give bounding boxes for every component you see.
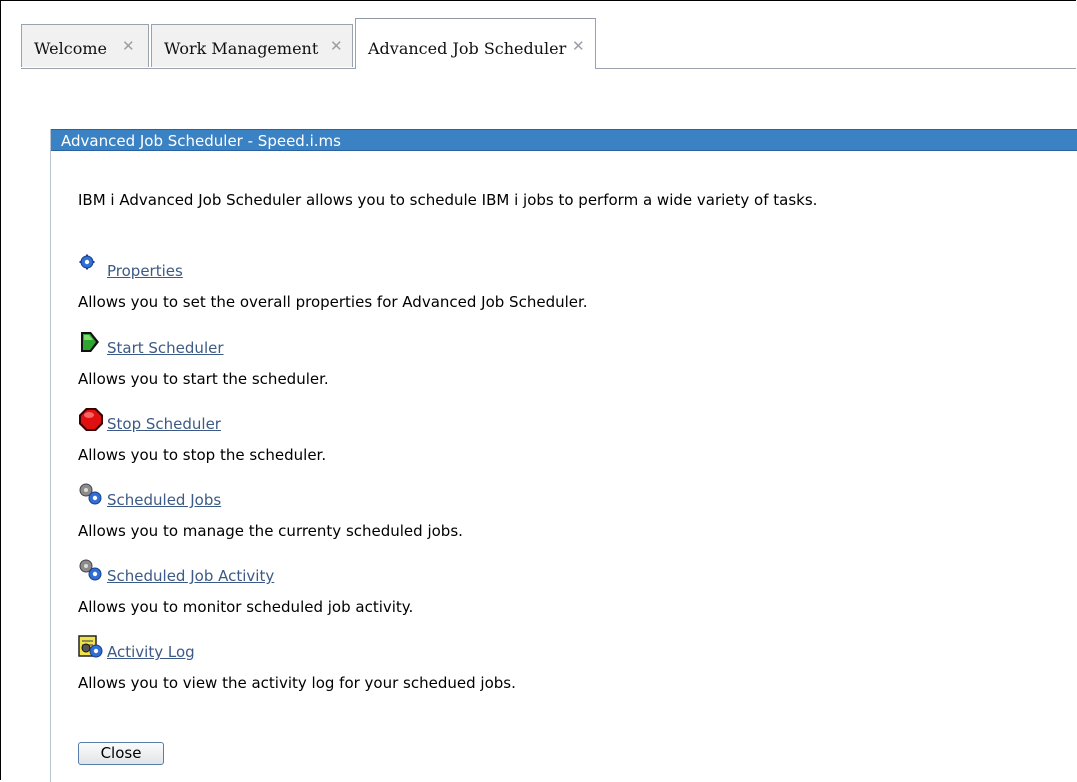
scheduled-job-activity-description: Allows you to monitor scheduled job acti… (78, 598, 414, 616)
tab-label: Welcome (34, 39, 107, 58)
window-frame: Welcome ✕ Work Management ✕ Advanced Job… (0, 0, 1077, 782)
tab-work-management[interactable]: Work Management ✕ (151, 24, 353, 67)
gear-icon (79, 254, 95, 270)
tab-bar: Welcome ✕ Work Management ✕ Advanced Job… (21, 18, 1076, 69)
scheduled-job-activity-link[interactable]: Scheduled Job Activity (107, 567, 274, 585)
tab-label: Advanced Job Scheduler (368, 39, 567, 58)
scheduler-panel: Advanced Job Scheduler - Speed.i.ms IBM … (50, 129, 1077, 782)
stop-sign-icon (79, 408, 103, 431)
tab-advanced-job-scheduler[interactable]: Advanced Job Scheduler ✕ (355, 18, 596, 69)
activity-log-icon (78, 635, 103, 658)
properties-description: Allows you to set the overall properties… (78, 293, 588, 311)
start-scheduler-link[interactable]: Start Scheduler (107, 339, 224, 357)
scheduled-jobs-description: Allows you to manage the currenty schedu… (78, 522, 463, 540)
close-icon[interactable]: ✕ (572, 37, 585, 55)
scheduled-jobs-link[interactable]: Scheduled Jobs (107, 491, 221, 509)
gears-icon (79, 559, 102, 581)
panel-title: Advanced Job Scheduler - Speed.i.ms (51, 129, 1077, 151)
tab-welcome[interactable]: Welcome ✕ (21, 24, 149, 67)
close-icon[interactable]: ✕ (122, 37, 135, 55)
activity-log-link[interactable]: Activity Log (107, 643, 195, 661)
close-button[interactable]: Close (78, 742, 164, 765)
stop-scheduler-link[interactable]: Stop Scheduler (107, 415, 221, 433)
close-icon[interactable]: ✕ (330, 37, 343, 55)
start-scheduler-description: Allows you to start the scheduler. (78, 370, 329, 388)
tab-label: Work Management (164, 39, 319, 58)
stop-scheduler-description: Allows you to stop the scheduler. (78, 446, 327, 464)
gears-icon (79, 483, 102, 505)
activity-log-description: Allows you to view the activity log for … (78, 674, 516, 692)
intro-text: IBM i Advanced Job Scheduler allows you … (78, 191, 818, 209)
properties-link[interactable]: Properties (107, 262, 183, 280)
start-arrow-icon (81, 332, 99, 352)
